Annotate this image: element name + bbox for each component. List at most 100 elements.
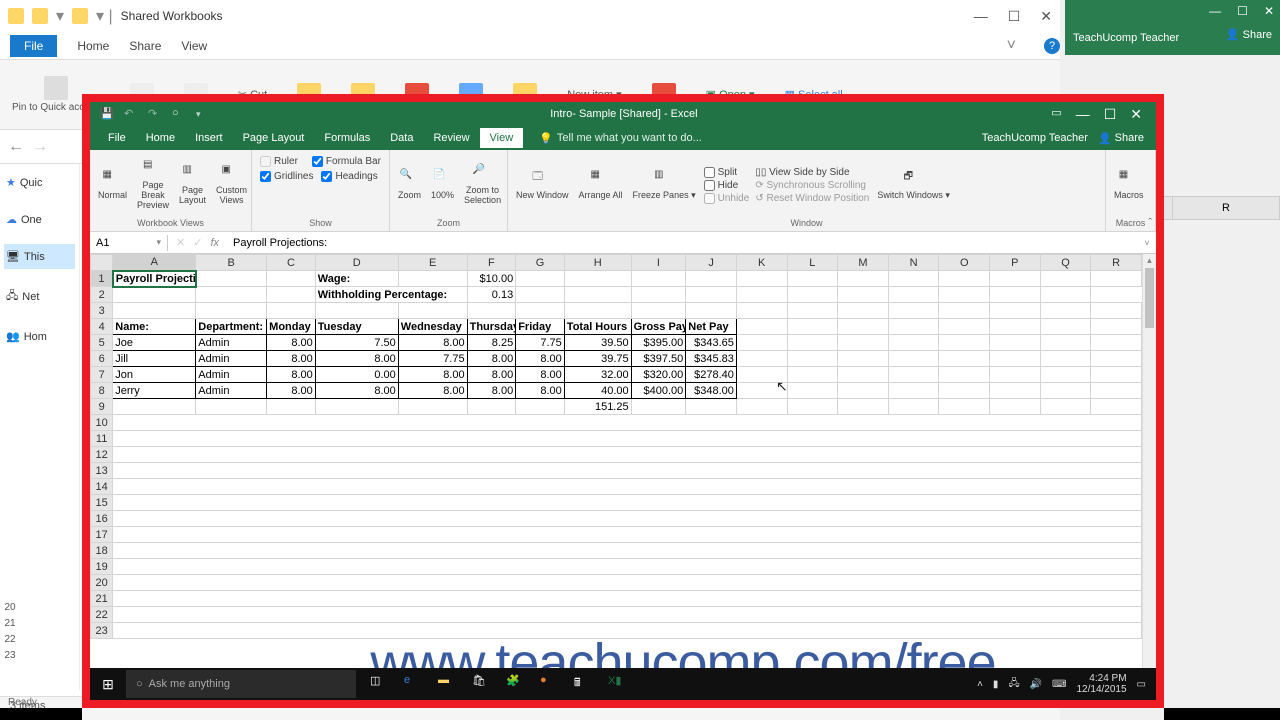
- formula-bar-checkbox[interactable]: [312, 156, 323, 167]
- table-row: 9151.25: [91, 399, 1142, 415]
- excel-user: TeachUcomp Teacher: [982, 132, 1098, 144]
- tray-keyboard-icon[interactable]: ⌨: [1052, 679, 1066, 690]
- tab-file[interactable]: File: [10, 35, 57, 57]
- ruler-checkbox[interactable]: [260, 156, 271, 167]
- new-window-button[interactable]: 🗔New Window: [512, 167, 573, 203]
- close-button[interactable]: ✕: [1040, 8, 1052, 25]
- taskbar-store-icon[interactable]: 🛍: [472, 674, 492, 694]
- freeze-panes-button[interactable]: ▥Freeze Panes ▾: [629, 167, 700, 203]
- minimize-button[interactable]: —: [1209, 4, 1221, 18]
- table-row: 4Name:Department:MondayTuesdayWednesdayT…: [91, 319, 1142, 335]
- task-view-icon[interactable]: ◫: [370, 674, 390, 694]
- search-box[interactable]: ○ Ask me anything: [126, 670, 356, 698]
- page-layout-button[interactable]: ▥Page Layout: [175, 162, 210, 208]
- table-row: 11: [91, 431, 1142, 447]
- collapse-ribbon-icon[interactable]: ˆ: [1148, 217, 1152, 229]
- zoom-selection-button[interactable]: 🔎Zoom to Selection: [460, 162, 505, 208]
- sidebar-item-thispc[interactable]: 🖥This: [4, 244, 75, 269]
- redo-icon[interactable]: ↷: [148, 107, 162, 121]
- custom-views-button[interactable]: ▣Custom Views: [212, 162, 251, 208]
- sidebar-item-network[interactable]: 🖧Net: [4, 281, 75, 312]
- sidebar-item-homegroup[interactable]: 👥Hom: [4, 324, 75, 349]
- zoom-button[interactable]: 🔍Zoom: [394, 167, 425, 203]
- tray-battery-icon[interactable]: ▮: [993, 679, 999, 690]
- table-row: 22: [91, 607, 1142, 623]
- help-icon[interactable]: ?: [1044, 38, 1060, 54]
- minimize-button[interactable]: —: [974, 8, 988, 25]
- tray-volume-icon[interactable]: 🔊: [1030, 679, 1042, 690]
- expand-formula-icon[interactable]: ˅: [1138, 238, 1156, 248]
- minimize-button[interactable]: —: [1076, 106, 1090, 123]
- taskbar-firefox-icon[interactable]: ●: [540, 674, 560, 694]
- tab-formulas[interactable]: Formulas: [314, 128, 380, 148]
- background-excel-window: — ☐ ✕ TeachUcomp Teacher 👤 Share: [1065, 0, 1280, 55]
- close-button[interactable]: ✕: [1130, 106, 1142, 123]
- headings-checkbox[interactable]: [321, 171, 332, 182]
- tab-insert[interactable]: Insert: [185, 128, 233, 148]
- tray-network-icon[interactable]: 🖧: [1008, 676, 1019, 693]
- tab-view[interactable]: View: [181, 39, 207, 53]
- forward-button[interactable]: →: [32, 138, 48, 156]
- maximize-button[interactable]: ☐: [1008, 8, 1021, 25]
- taskbar-calc-icon[interactable]: 🖩: [574, 674, 594, 694]
- undo-icon[interactable]: ↶: [124, 107, 138, 121]
- fx-icon[interactable]: fx: [210, 237, 219, 249]
- tab-home[interactable]: Home: [77, 39, 109, 53]
- table-row: 21: [91, 591, 1142, 607]
- tab-view[interactable]: View: [480, 128, 524, 148]
- tab-home[interactable]: Home: [136, 128, 185, 148]
- start-button[interactable]: ⊞: [90, 676, 126, 693]
- tab-file[interactable]: File: [98, 128, 136, 148]
- hide-checkbox[interactable]: [704, 180, 715, 191]
- tab-share[interactable]: Share: [129, 39, 161, 53]
- taskbar-explorer-icon[interactable]: ▬: [438, 674, 458, 694]
- notifications-icon[interactable]: ▭: [1137, 679, 1146, 690]
- name-box[interactable]: A1▾: [90, 235, 168, 251]
- column-headers: A BCDEFGHIJKLMNOPQR: [91, 255, 1142, 271]
- gridlines-checkbox[interactable]: [260, 171, 271, 182]
- sidebar-item-onedrive[interactable]: ☁One: [4, 207, 75, 232]
- share-button[interactable]: 👤 Share: [1098, 132, 1148, 145]
- back-button[interactable]: ←: [8, 138, 24, 156]
- explorer-title: Shared Workbooks: [121, 9, 223, 23]
- table-row: 18: [91, 543, 1142, 559]
- maximize-button[interactable]: ☐: [1237, 4, 1248, 18]
- system-clock[interactable]: 4:24 PM 12/14/2015: [1076, 673, 1126, 695]
- formula-input[interactable]: Payroll Projections:: [227, 235, 1138, 251]
- page-break-preview-button[interactable]: ▤Page Break Preview: [133, 157, 173, 213]
- reset-position-button[interactable]: ↺ Reset Window Position: [755, 193, 869, 204]
- view-side-by-side-button[interactable]: ▯▯ View Side by Side: [755, 167, 869, 178]
- table-row: 19: [91, 559, 1142, 575]
- taskbar-edge-icon[interactable]: е: [404, 674, 424, 694]
- close-button[interactable]: ✕: [1264, 4, 1274, 18]
- ribbon-options-button[interactable]: ▭: [1051, 106, 1061, 123]
- normal-view-button[interactable]: ▦Normal: [94, 167, 131, 203]
- save-icon[interactable]: 💾: [100, 107, 114, 121]
- table-row: 8JerryAdmin8.008.008.008.008.0040.00$400…: [91, 383, 1142, 399]
- zoom-100-button[interactable]: 📄100%: [427, 167, 458, 203]
- table-row: 15: [91, 495, 1142, 511]
- bg-excel-share[interactable]: 👤 Share: [1226, 28, 1272, 41]
- macros-button[interactable]: ▦Macros: [1110, 167, 1148, 203]
- tab-data[interactable]: Data: [380, 128, 423, 148]
- tellme-input[interactable]: 💡 Tell me what you want to do...: [523, 132, 982, 145]
- table-row: 10: [91, 415, 1142, 431]
- tab-review[interactable]: Review: [423, 128, 479, 148]
- touch-mode-icon[interactable]: ○: [172, 107, 186, 121]
- sidebar-item-quick[interactable]: ★Quic: [4, 170, 75, 195]
- table-row: 7JonAdmin8.000.008.008.008.0032.00$320.0…: [91, 367, 1142, 383]
- vertical-scrollbar[interactable]: ▲ ▼: [1142, 254, 1156, 700]
- cancel-icon[interactable]: ✕: [176, 236, 185, 249]
- taskbar-excel-icon[interactable]: X▮: [608, 674, 628, 694]
- maximize-button[interactable]: ☐: [1104, 106, 1117, 123]
- unhide-checkbox[interactable]: [704, 193, 715, 204]
- outer-taskbar-fragment: [0, 708, 82, 720]
- tray-up-icon[interactable]: ˄: [977, 679, 983, 690]
- arrange-all-button[interactable]: ▦Arrange All: [575, 167, 627, 203]
- sync-scrolling-button[interactable]: ⟳ Synchronous Scrolling: [755, 180, 869, 191]
- taskbar-app-icon[interactable]: 🧩: [506, 674, 526, 694]
- switch-windows-button[interactable]: 🗗Switch Windows ▾: [873, 167, 954, 203]
- enter-icon[interactable]: ✓: [193, 236, 202, 249]
- tab-pagelayout[interactable]: Page Layout: [233, 128, 315, 148]
- split-checkbox[interactable]: [704, 167, 715, 178]
